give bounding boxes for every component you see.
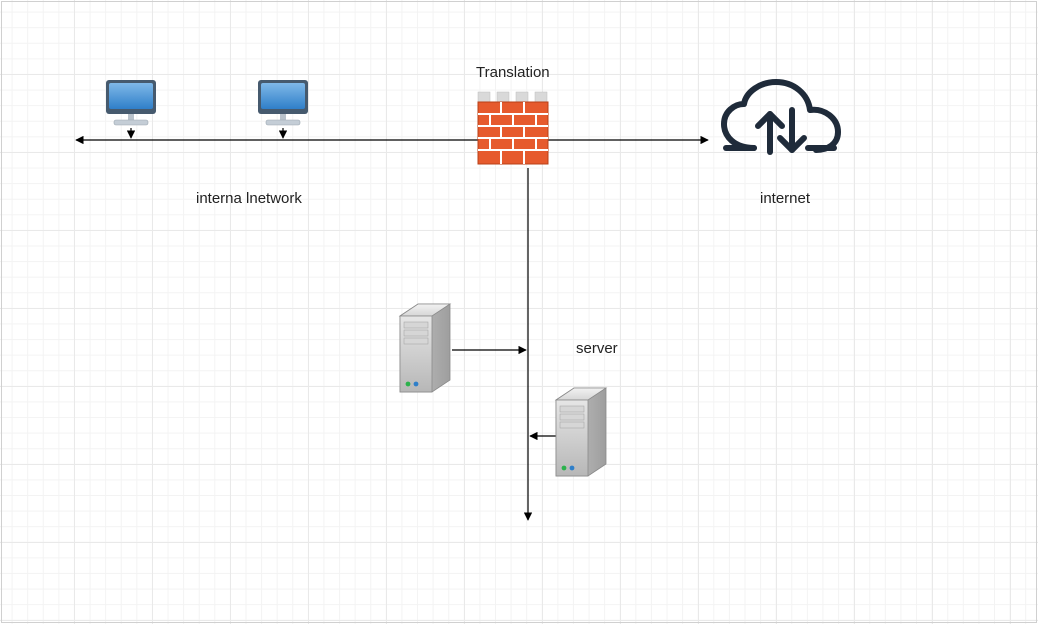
firewall-icon (478, 92, 548, 164)
internet-label: internet (760, 190, 810, 207)
firewall-label: Translation (476, 64, 550, 81)
server-icon (556, 388, 606, 476)
diagram-canvas (0, 0, 1038, 624)
monitor-icon (106, 80, 156, 125)
internal-network-label: interna lnetwork (196, 190, 302, 207)
server-label: server (576, 340, 618, 357)
cloud-icon (724, 82, 838, 152)
monitor-icon (258, 80, 308, 125)
server-icon (400, 304, 450, 392)
